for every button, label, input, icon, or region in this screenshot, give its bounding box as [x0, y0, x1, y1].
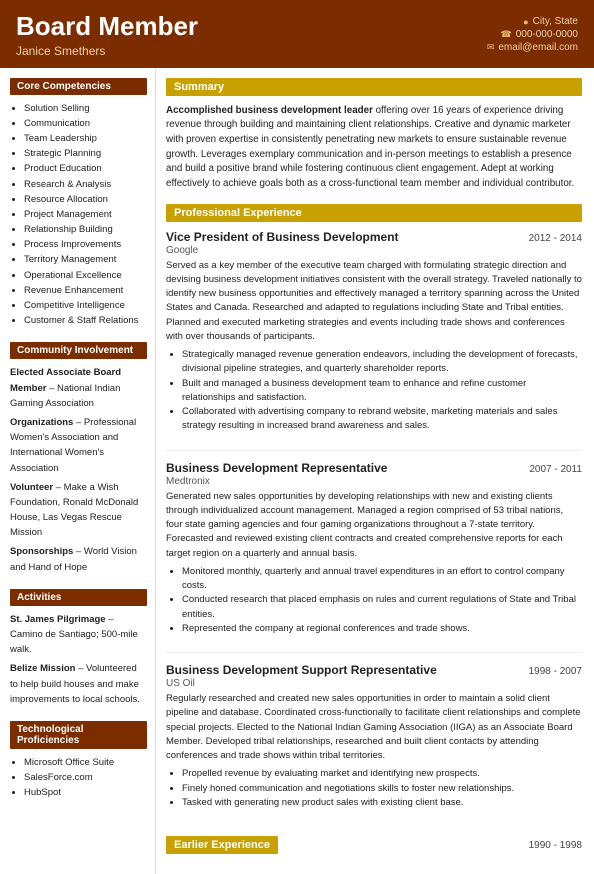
job-description: Regularly researched and created new sal…	[166, 692, 582, 763]
activity-item: Belize Mission – Volunteered to help bui…	[10, 661, 147, 707]
bullet-item: Propelled revenue by evaluating market a…	[182, 767, 582, 781]
list-item: Research & Analysis	[24, 177, 147, 192]
bullet-item: Conducted research that placed emphasis …	[182, 593, 582, 622]
location-icon: ●	[523, 17, 528, 27]
bullet-item: Represented the company at regional conf…	[182, 622, 582, 636]
candidate-name: Janice Smethers	[16, 44, 198, 58]
summary-bold: Accomplished business development leader	[166, 105, 373, 116]
email-icon: ✉	[487, 42, 495, 53]
activities-title: Activities	[10, 589, 147, 606]
job-bullets: Propelled revenue by evaluating market a…	[166, 767, 582, 810]
job-bullets: Monitored monthly, quarterly and annual …	[166, 565, 582, 636]
list-item: Revenue Enhancement	[24, 283, 147, 298]
job-entry: Business Development Support Representat…	[166, 663, 582, 826]
job-dates: 1998 - 2007	[529, 666, 582, 677]
experience-section: Professional Experience Vice President o…	[166, 204, 582, 827]
community-items: Elected Associate Board Member – Nationa…	[10, 365, 147, 574]
activities-section: Activities St. James Pilgrimage – Camino…	[10, 589, 147, 707]
job-dates: 2007 - 2011	[529, 464, 582, 475]
job-company: US Oil	[166, 678, 582, 689]
earlier-experience-section: Earlier Experience 1990 - 1998	[166, 836, 582, 854]
job-entry: Business Development Representative 2007…	[166, 461, 582, 654]
community-item: Sponsorships – World Vision and Hand of …	[10, 544, 147, 574]
bullet-item: Monitored monthly, quarterly and annual …	[182, 565, 582, 594]
list-item: Project Management	[24, 207, 147, 222]
list-item: Process Improvements	[24, 237, 147, 252]
resume-header: Board Member Janice Smethers ● City, Sta…	[0, 0, 594, 68]
list-item: Customer & Staff Relations	[24, 313, 147, 328]
list-item: Solution Selling	[24, 101, 147, 116]
earlier-title: Earlier Experience	[166, 836, 278, 854]
job-dates: 2012 - 2014	[529, 233, 582, 244]
core-competencies-list: Solution Selling Communication Team Lead…	[10, 101, 147, 329]
job-description: Generated new sales opportunities by dev…	[166, 490, 582, 561]
contact-email: ✉ email@email.com	[487, 42, 578, 53]
experience-title: Professional Experience	[166, 204, 582, 222]
community-item: Elected Associate Board Member – Nationa…	[10, 365, 147, 411]
list-item: Team Leadership	[24, 131, 147, 146]
job-description: Served as a key member of the executive …	[166, 259, 582, 345]
tech-title: Technological Proficiencies	[10, 721, 147, 749]
job-header: Business Development Representative 2007…	[166, 461, 582, 475]
activity-item: St. James Pilgrimage – Camino de Santiag…	[10, 612, 147, 658]
list-item: Product Education	[24, 161, 147, 176]
main-layout: Core Competencies Solution Selling Commu…	[0, 68, 594, 874]
earlier-dates: 1990 - 1998	[529, 840, 582, 851]
list-item: Microsoft Office Suite	[24, 755, 147, 770]
community-title: Community Involvement	[10, 342, 147, 359]
contact-location: ● City, State	[487, 16, 578, 27]
contact-phone: ☎ 000-000-0000	[487, 29, 578, 40]
phone-icon: ☎	[501, 29, 512, 40]
job-entry: Vice President of Business Development 2…	[166, 230, 582, 451]
community-item: Organizations – Professional Women's Ass…	[10, 415, 147, 476]
community-item: Volunteer – Make a Wish Foundation, Rona…	[10, 480, 147, 541]
sidebar: Core Competencies Solution Selling Commu…	[0, 68, 155, 874]
list-item: HubSpot	[24, 785, 147, 800]
core-competencies-title: Core Competencies	[10, 78, 147, 95]
job-title: Vice President of Business Development	[166, 230, 399, 244]
job-company: Medtronix	[166, 476, 582, 487]
activities-items: St. James Pilgrimage – Camino de Santiag…	[10, 612, 147, 707]
job-bullets: Strategically managed revenue generation…	[166, 348, 582, 434]
list-item: Territory Management	[24, 252, 147, 267]
bullet-item: Tasked with generating new product sales…	[182, 796, 582, 810]
tech-section: Technological Proficiencies Microsoft Of…	[10, 721, 147, 801]
earlier-header: Earlier Experience 1990 - 1998	[166, 836, 582, 854]
bullet-item: Strategically managed revenue generation…	[182, 348, 582, 377]
job-header: Business Development Support Representat…	[166, 663, 582, 677]
list-item: Resource Allocation	[24, 192, 147, 207]
list-item: SalesForce.com	[24, 770, 147, 785]
header-contact: ● City, State ☎ 000-000-0000 ✉ email@ema…	[487, 16, 578, 55]
job-company: Google	[166, 245, 582, 256]
bullet-item: Finely honed communication and negotiati…	[182, 782, 582, 796]
bullet-item: Built and managed a business development…	[182, 377, 582, 406]
core-competencies-section: Core Competencies Solution Selling Commu…	[10, 78, 147, 329]
community-section: Community Involvement Elected Associate …	[10, 342, 147, 574]
job-title: Business Development Support Representat…	[166, 663, 437, 677]
list-item: Communication	[24, 116, 147, 131]
list-item: Relationship Building	[24, 222, 147, 237]
job-header: Vice President of Business Development 2…	[166, 230, 582, 244]
main-content: Summary Accomplished business developmen…	[155, 68, 594, 874]
tech-list: Microsoft Office Suite SalesForce.com Hu…	[10, 755, 147, 801]
bullet-item: Collaborated with advertising company to…	[182, 405, 582, 434]
summary-title: Summary	[166, 78, 582, 96]
candidate-title: Board Member	[16, 12, 198, 41]
list-item: Competitive Intelligence	[24, 298, 147, 313]
summary-section: Summary Accomplished business developmen…	[166, 78, 582, 192]
job-title: Business Development Representative	[166, 461, 387, 475]
summary-text: Accomplished business development leader…	[166, 104, 582, 192]
list-item: Strategic Planning	[24, 146, 147, 161]
header-name-section: Board Member Janice Smethers	[16, 12, 198, 58]
list-item: Operational Excellence	[24, 268, 147, 283]
